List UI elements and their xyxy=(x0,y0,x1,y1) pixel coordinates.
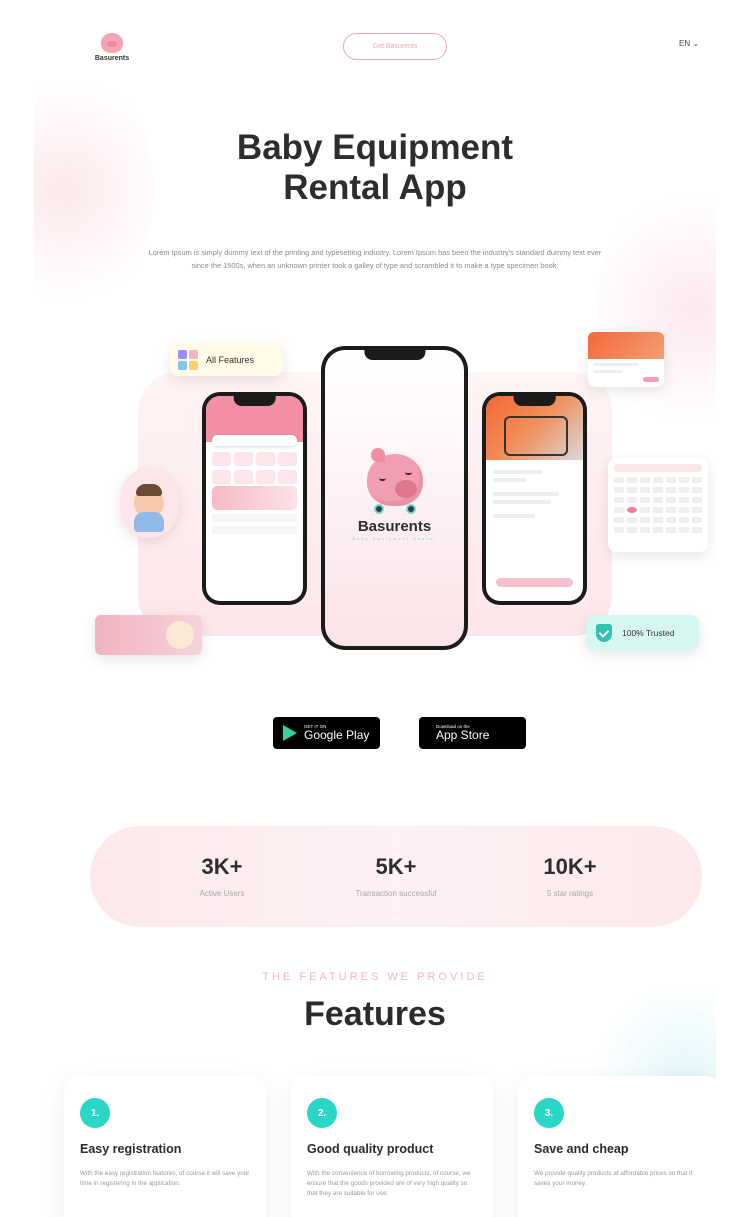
splash-logo: Basurents Baby Equipment Rental xyxy=(335,448,455,541)
home-search-bar xyxy=(212,435,297,446)
stat-value: 10K+ xyxy=(543,854,597,879)
category-grid xyxy=(206,446,303,484)
rent-button xyxy=(496,578,573,587)
stat-ratings: 10K+ 5 star ratings xyxy=(500,854,640,898)
brand-name: Basurents xyxy=(94,55,130,62)
trusted-label: 100% Trusted xyxy=(622,627,675,638)
all-features-label: All Features xyxy=(206,354,255,365)
grid-icon xyxy=(178,349,198,370)
language-label: EN xyxy=(679,39,691,48)
pig-logo-icon xyxy=(101,33,123,53)
features-eyebrow: THE FEATURES WE PROVIDE xyxy=(262,971,488,983)
landing-page: Basurents Get Basurents EN ⌄ Baby Equipm… xyxy=(34,0,716,1217)
feature-number-badge: 3. xyxy=(534,1098,564,1128)
google-play-icon xyxy=(283,725,297,741)
promo-card xyxy=(95,615,202,655)
product-image xyxy=(588,332,664,359)
toy-icon xyxy=(166,621,194,649)
app-store-label: App Store xyxy=(436,728,490,742)
google-play-label: Google Play xyxy=(304,728,370,742)
stat-transactions: 5K+ Transaction successful xyxy=(326,854,466,898)
feature-description: With the convenience of borrowing produc… xyxy=(307,1170,471,1197)
feature-description: With the easy registration features, of … xyxy=(80,1170,250,1187)
stats-bar: 3K+ Active Users 5K+ Transaction success… xyxy=(90,826,702,927)
feature-card-registration: 1. Easy registration With the easy regis… xyxy=(64,1076,266,1217)
app-store-button[interactable]: Download on the App Store xyxy=(419,717,526,749)
hero-title-line2: Rental App xyxy=(283,168,467,207)
splash-tagline: Baby Equipment Rental xyxy=(352,536,437,541)
phone-home-screen xyxy=(202,392,307,605)
feature-description: We provide quality products at affordabl… xyxy=(534,1170,693,1187)
baby-avatar-card xyxy=(120,468,178,538)
trusted-card: 100% Trusted xyxy=(586,615,699,650)
feature-title: Easy registration xyxy=(80,1142,182,1156)
splash-brand-name: Basurents xyxy=(357,518,432,535)
calendar-grid xyxy=(614,477,702,533)
hero-title-line1: Baby Equipment xyxy=(236,128,514,167)
chevron-down-icon: ⌄ xyxy=(692,39,700,48)
brand-logo[interactable]: Basurents xyxy=(92,33,132,62)
stat-value: 3K+ xyxy=(201,854,243,879)
hero-title: Baby Equipment Rental App xyxy=(34,128,716,208)
features-title: Features xyxy=(304,995,446,1033)
get-app-button[interactable]: Get Basurents xyxy=(343,33,447,60)
promo-banner xyxy=(212,486,297,510)
background-glow-right xyxy=(596,180,716,440)
all-features-card: All Features xyxy=(170,343,283,376)
hero-description: Lorem Ipsum is simply dummy text of the … xyxy=(148,248,602,270)
google-play-button[interactable]: GET IT ON Google Play xyxy=(273,717,380,749)
phone-splash-screen: Basurents Baby Equipment Rental xyxy=(321,346,468,650)
feature-card-quality: 2. Good quality product With the conveni… xyxy=(291,1076,493,1217)
calendar-card xyxy=(608,458,708,552)
feature-card-cheap: 3. Save and cheap We provide quality pro… xyxy=(518,1076,716,1217)
stat-label: Active Users xyxy=(199,889,245,898)
stat-active-users: 3K+ Active Users xyxy=(152,854,292,898)
phone-product-screen xyxy=(482,392,587,605)
stat-value: 5K+ xyxy=(375,854,417,879)
stat-label: Transaction successful xyxy=(355,889,437,898)
shield-check-icon xyxy=(596,623,612,642)
feature-number-badge: 2. xyxy=(307,1098,337,1128)
feature-number-badge: 1. xyxy=(80,1098,110,1128)
pig-mascot-icon xyxy=(366,448,423,506)
feature-title: Save and cheap xyxy=(534,1142,629,1156)
language-selector[interactable]: EN ⌄ xyxy=(679,39,699,48)
product-card xyxy=(588,332,664,387)
feature-title: Good quality product xyxy=(307,1142,434,1156)
stat-label: 5 star ratings xyxy=(546,889,594,898)
